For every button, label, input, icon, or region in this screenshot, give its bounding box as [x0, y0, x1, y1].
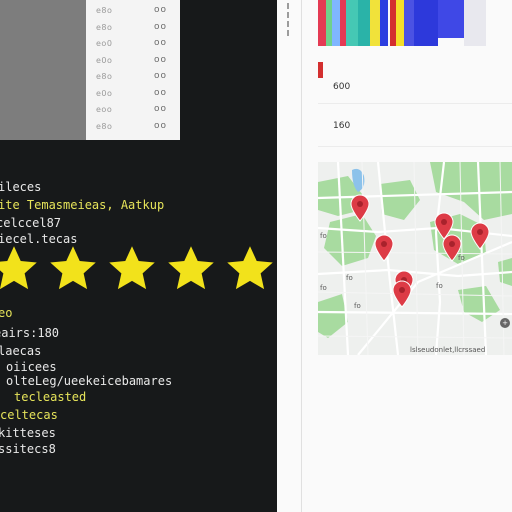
code-line: celtecas: [0, 408, 58, 422]
list-item[interactable]: eo0 oo: [86, 37, 180, 53]
code-line: laecas: [0, 344, 42, 358]
stat-value-1: 600: [333, 82, 351, 92]
color-bar: [370, 0, 380, 46]
star-icon: [227, 246, 273, 290]
star-icon: [50, 246, 96, 290]
list-item[interactable]: e0o oo: [86, 54, 180, 70]
color-bar: [318, 0, 326, 46]
list-item[interactable]: e8o oo: [86, 120, 180, 136]
list-item-label: e8o: [96, 22, 113, 32]
code-line: eo: [0, 306, 13, 320]
divider: [318, 103, 512, 104]
toggle-icon[interactable]: oo: [154, 55, 167, 65]
rating-stars: [0, 243, 276, 303]
color-bar: [346, 0, 358, 46]
star-icon: [168, 246, 214, 290]
list-item[interactable]: eoo oo: [86, 103, 180, 119]
list-item[interactable]: e8o oo: [86, 4, 180, 20]
color-bar: [380, 0, 388, 46]
map-label: fo: [320, 232, 327, 240]
color-bar: [332, 0, 340, 46]
color-bar-strip: [318, 0, 512, 48]
map-label: fo: [346, 274, 353, 282]
code-line: oiicees: [6, 360, 57, 374]
map-attribution: lslseudonlet,llcrssaed: [410, 346, 486, 354]
list-item-label: e8o: [96, 121, 113, 131]
map-control-icon[interactable]: +: [500, 318, 510, 328]
list-item-label: eo0: [96, 39, 113, 48]
map-label: fo: [458, 254, 465, 262]
map-pin-icon[interactable]: [374, 234, 394, 262]
star-icon: [0, 246, 37, 290]
code-line: kitteses: [0, 426, 56, 440]
stat-marker: [318, 62, 323, 78]
map-label: fo: [436, 282, 443, 290]
toggle-icon[interactable]: oo: [154, 5, 167, 15]
map-canvas: [318, 162, 512, 355]
code-line: tecleasted: [14, 390, 87, 404]
toggle-icon[interactable]: oo: [154, 22, 167, 32]
color-bar: [414, 0, 438, 46]
color-bar: [438, 0, 464, 38]
list-item-label: eoo: [96, 105, 113, 114]
code-line: olteLeg/ueekeicebamares: [6, 374, 173, 388]
toggle-icon[interactable]: oo: [154, 104, 167, 114]
code-line: ileces: [0, 180, 42, 194]
list-item-label: e8o: [96, 6, 113, 15]
color-bar: [404, 0, 414, 46]
toggle-icon[interactable]: oo: [154, 38, 167, 48]
pane-divider: [301, 0, 302, 512]
map-label: fo: [354, 302, 361, 310]
toggle-icon[interactable]: oo: [154, 88, 167, 98]
map-view[interactable]: fo fo fo fo fo fo +: [318, 162, 512, 355]
divider: [318, 146, 512, 147]
map-pin-icon[interactable]: [470, 222, 490, 250]
list-item[interactable]: e0o oo: [86, 87, 180, 103]
park-area: [318, 294, 348, 338]
code-line: ite Temasmeieas, Aatkup: [0, 198, 165, 212]
color-bar: [396, 0, 404, 46]
star-icon: [109, 246, 155, 290]
park-area: [458, 286, 500, 322]
list-item[interactable]: e8o oo: [86, 21, 180, 37]
code-line: eairs:180: [0, 326, 60, 340]
color-bar: [464, 0, 486, 46]
list-item-label: e8o: [96, 72, 113, 81]
toggle-icon[interactable]: oo: [154, 71, 167, 81]
stat-value-2: 160: [333, 121, 351, 131]
list-item[interactable]: e8o oo: [86, 70, 180, 86]
toggle-icon[interactable]: oo: [154, 121, 167, 131]
file-list-panel: e8o oo e8o oo eo0 oo e0o oo e8o oo e0o oo eoo oo e8o oo: [86, 0, 180, 140]
scroll-indicator[interactable]: [284, 0, 294, 40]
map-label: fo: [320, 284, 327, 292]
gutter-strip: [0, 0, 86, 140]
color-bar: [358, 0, 370, 46]
list-item-label: e0o: [96, 88, 113, 98]
list-item-label: e0o: [96, 55, 113, 65]
map-pin-icon[interactable]: [350, 194, 370, 222]
editor-pane: e8o oo e8o oo eo0 oo e0o oo e8o oo e0o oo eoo oo e8o oo…: [0, 0, 277, 512]
code-line: celccel87: [0, 216, 62, 230]
code-line: ssitecs8: [0, 442, 56, 456]
map-pin-icon[interactable]: [392, 280, 412, 308]
